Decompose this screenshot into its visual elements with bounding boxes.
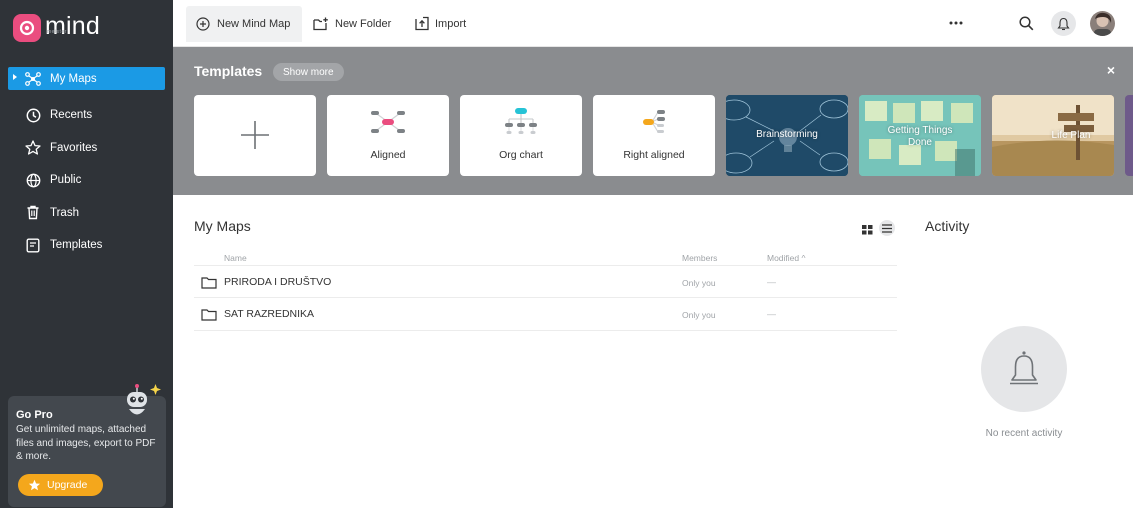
new-folder-label: New Folder [335,17,392,30]
folder-icon [201,276,217,294]
sidebar-item-favorites[interactable]: Favorites [0,132,173,165]
mindmap-icon [25,71,41,87]
new-folder-icon [313,17,329,31]
sidebar-item-trash[interactable]: Trash [0,197,173,230]
template-card-label: Brainstorming [756,129,818,140]
templates-title: Templates [194,63,263,79]
import-label: Import [435,17,467,30]
template-card-partial[interactable] [1125,95,1133,176]
row-members: Only you [682,278,716,288]
top-toolbar: New Mind Map New Folder Import [173,0,1133,47]
more-options-icon[interactable] [946,12,966,34]
org-chart-layout-icon [460,107,582,137]
notifications-bell-icon[interactable] [1051,11,1076,36]
template-card-brainstorming[interactable]: Brainstorming [726,95,848,176]
column-header-modified[interactable]: Modified ^ [767,253,805,263]
template-card-label: Life Plan [1051,130,1091,141]
folder-icon [201,308,217,326]
close-templates-icon[interactable]: × [1107,62,1115,78]
sidebar-nav: My Maps Recents Favorites Public Trash T… [0,67,173,262]
import-icon [415,16,429,31]
upgrade-label: Upgrade [47,479,88,491]
list-view-icon[interactable] [879,220,895,236]
sidebar-item-label: Public [50,174,82,187]
sidebar-item-templates[interactable]: Templates [0,229,173,262]
sidebar-item-label: Favorites [50,141,98,154]
sidebar-item-label: My Maps [50,72,97,85]
show-more-button[interactable]: Show more [273,63,344,81]
plus-circle-icon [196,17,210,31]
table-row[interactable]: PRIRODA I DRUŠTVO Only you — [194,265,897,298]
template-card-org-chart[interactable]: Org chart [460,95,582,176]
template-card-label: Org chart [499,149,543,161]
logo-subtext: meister [47,29,67,35]
row-members: Only you [682,310,716,320]
search-icon[interactable] [1016,12,1036,34]
star-icon [25,140,41,156]
sidebar-item-label: Recents [50,109,93,122]
template-card-label: Aligned [370,149,406,161]
table-row[interactable]: SAT RAZREDNIKA Only you — [194,297,897,330]
column-header-members[interactable]: Members [682,253,717,263]
row-modified: — [767,309,776,319]
template-card-label: Getting Things Done [887,125,953,148]
plus-icon [194,119,316,151]
robot-mascot-icon [120,382,162,429]
row-name: SAT RAZREDNIKA [224,308,315,320]
row-name: PRIRODA I DRUŠTVO [224,276,332,288]
new-mind-map-button[interactable]: New Mind Map [186,6,303,42]
template-card-getting-things-done[interactable]: Getting Things Done [859,95,981,176]
template-card-right-aligned[interactable]: Right aligned [593,95,715,176]
page-title: My Maps [194,218,251,234]
sidebar-item-label: Templates [50,239,103,252]
new-mind-map-label: New Mind Map [217,18,291,30]
sidebar-item-label: Trash [50,206,79,219]
go-pro-title: Go Pro [16,409,53,421]
row-modified: — [767,277,776,287]
clock-icon [25,107,41,123]
import-button[interactable]: Import [415,0,466,47]
template-card-label: Right aligned [623,149,685,161]
aligned-layout-icon [327,107,449,137]
caret-right-icon [13,74,17,80]
globe-icon [25,172,41,188]
trash-icon [25,205,41,221]
go-pro-panel: Go Pro Get unlimited maps, attached file… [8,384,166,507]
template-card-blank[interactable] [194,95,316,176]
no-activity-text: No recent activity [985,428,1063,439]
activity-title: Activity [925,218,970,234]
column-header-name[interactable]: Name [224,253,247,263]
logo-text: mind [45,12,100,40]
right-aligned-layout-icon [593,107,715,137]
user-avatar[interactable] [1090,11,1115,36]
grid-view-icon[interactable] [862,222,873,240]
sidebar-item-my-maps[interactable]: My Maps [8,67,165,90]
star-icon [28,479,41,491]
logo-mark-icon [13,14,41,42]
templates-icon [25,237,41,253]
template-card-aligned[interactable]: Aligned [327,95,449,176]
table-divider [194,330,897,331]
sidebar-item-public[interactable]: Public [0,164,173,197]
upgrade-button[interactable]: Upgrade [18,474,103,496]
templates-panel: Templates Show more × Aligned Org chart … [173,47,1133,195]
bell-icon [981,326,1067,412]
new-folder-button[interactable]: New Folder [313,0,391,47]
sidebar: mind meister My Maps Recents Favorites P… [0,0,173,508]
template-card-life-plan[interactable]: Life Plan [992,95,1114,176]
sidebar-item-recents[interactable]: Recents [0,99,173,132]
go-pro-text: Get unlimited maps, attached files and i… [16,424,156,462]
